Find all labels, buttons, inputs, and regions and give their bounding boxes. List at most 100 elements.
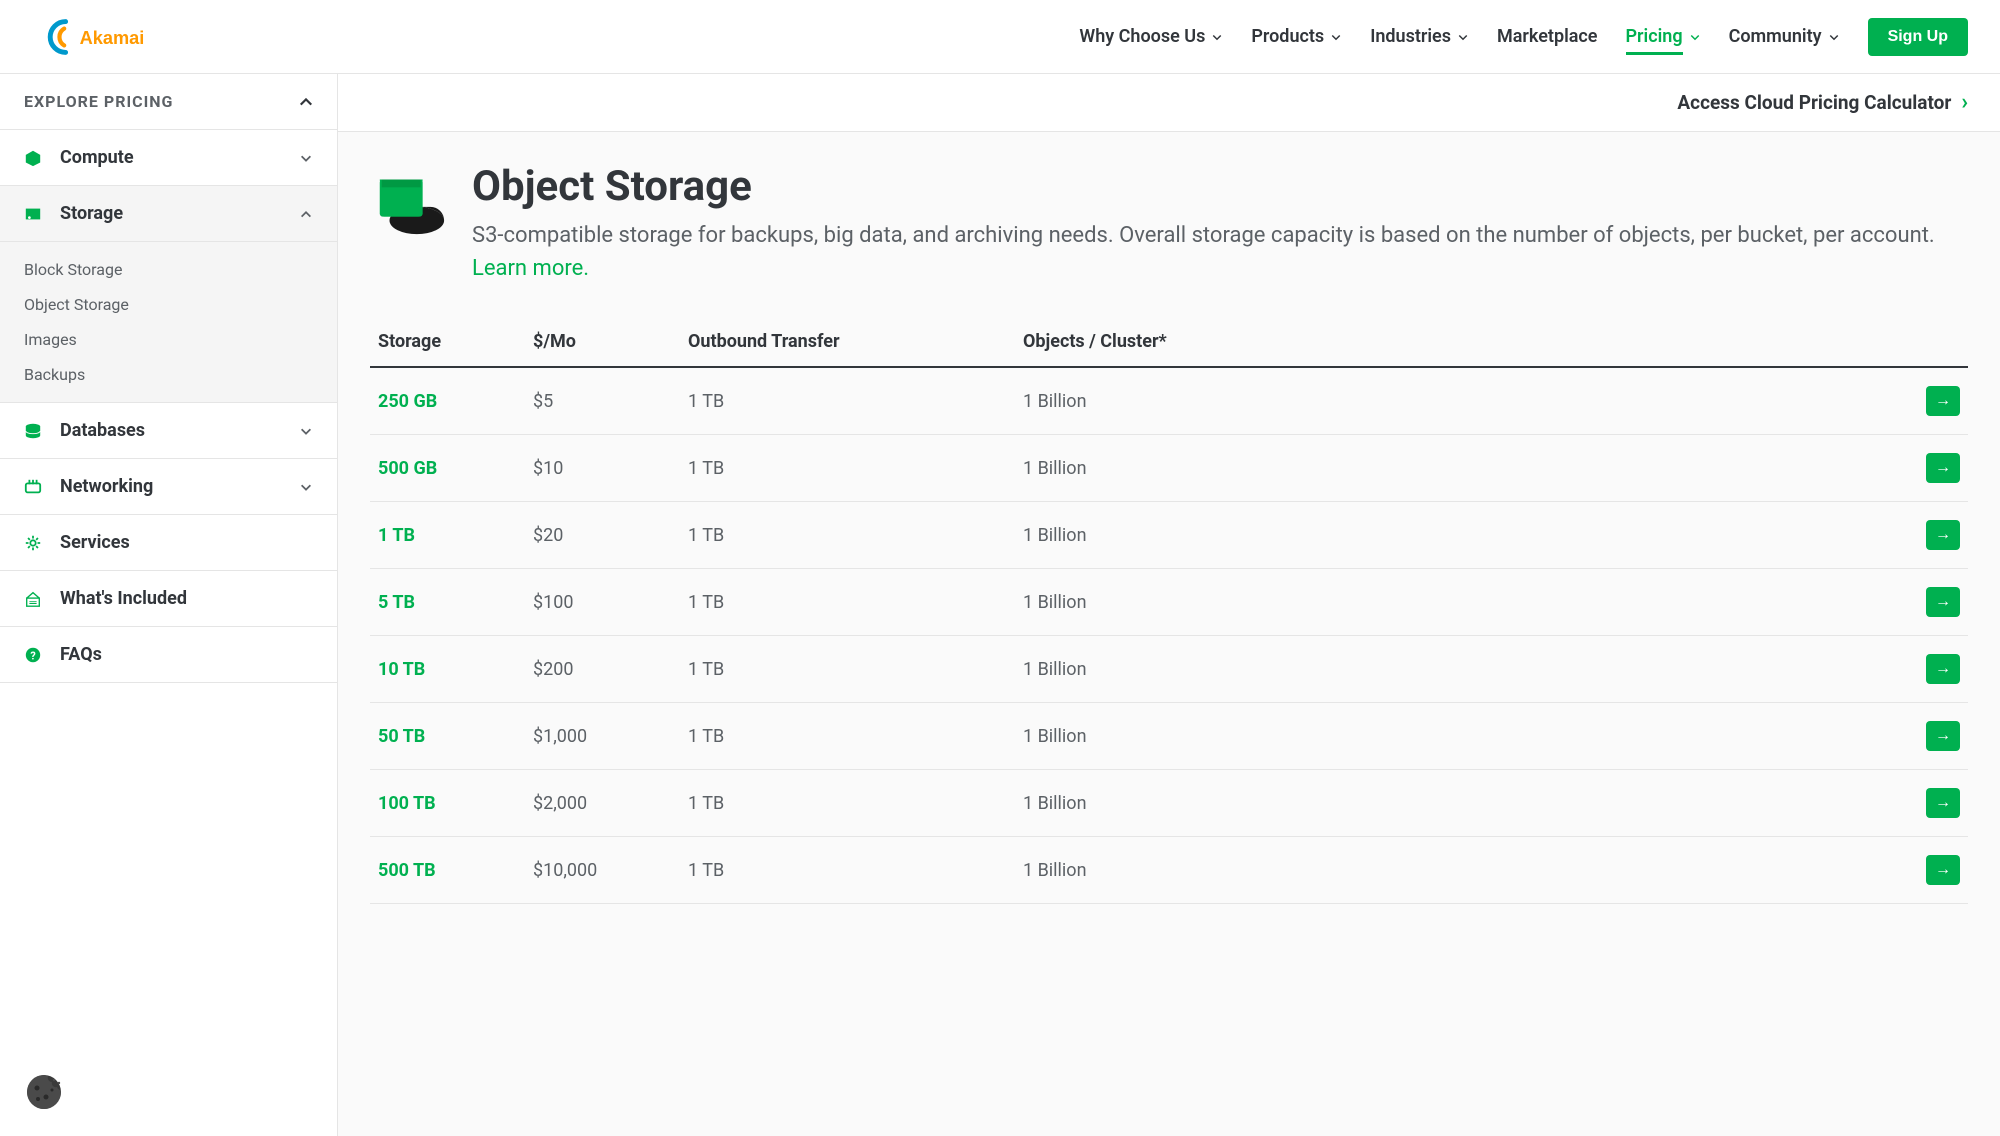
sidebar-subitem-backups[interactable]: Backups [0,357,337,392]
row-action-button[interactable]: → [1926,855,1960,885]
cell-price: $10 [525,435,680,502]
services-icon [24,534,42,552]
cell-storage: 100 TB [370,770,525,837]
cell-transfer: 1 TB [680,367,1015,435]
learn-more-link[interactable]: Learn more. [472,256,589,281]
cell-objects: 1 Billion [1015,435,1908,502]
table-row: 5 TB$1001 TB1 Billion → [370,569,1968,636]
sidebar-item-what-s-included[interactable]: What's Included [0,571,337,627]
main-nav: Why Choose Us Products Industries Marketpla… [1079,2,1968,71]
cell-transfer: 1 TB [680,569,1015,636]
cell-action: → [1908,569,1968,636]
sidebar-item-label: Compute [60,147,134,168]
cell-price: $10,000 [525,837,680,904]
nav-item-industries[interactable]: Industries [1370,2,1469,71]
table-row: 500 GB$101 TB1 Billion→ [370,435,1968,502]
page-header: Object Storage S3-compatible storage for… [370,162,1968,285]
sidebar-subitem-block-storage[interactable]: Block Storage [0,252,337,287]
cell-transfer: 1 TB [680,837,1015,904]
signup-button[interactable]: Sign Up [1868,18,1968,56]
cell-price: $200 [525,636,680,703]
nav-item-why-choose-us[interactable]: Why Choose Us [1079,2,1223,71]
row-action-button[interactable]: → [1926,721,1960,751]
cell-action: → [1908,367,1968,435]
what-s-included-icon [24,590,42,608]
sidebar-item-label: Databases [60,420,145,441]
main-content: Access Cloud Pricing Calculator › Object… [338,74,2000,1136]
sidebar-item-databases[interactable]: Databases [0,403,337,459]
cell-transfer: 1 TB [680,703,1015,770]
sidebar-item-label: Services [60,532,130,553]
cell-price: $100 [525,569,680,636]
chevron-down-icon [1211,31,1223,43]
table-row: 1 TB$201 TB1 Billion→ [370,502,1968,569]
object-storage-icon [370,162,448,240]
cell-action: → [1908,703,1968,770]
cell-action: → [1908,435,1968,502]
row-action-button[interactable]: → [1926,453,1960,483]
cell-objects: 1 Billion [1015,703,1908,770]
cell-action: → [1908,837,1968,904]
table-row: 250 GB$51 TB1 Billion → [370,367,1968,435]
sidebar-item-compute[interactable]: Compute [0,130,337,186]
nav-item-marketplace[interactable]: Marketplace [1497,2,1598,71]
sidebar-item-label: Networking [60,476,153,497]
networking-icon [24,478,42,496]
chevron-down-icon [299,151,313,165]
sidebar-item-networking[interactable]: Networking [0,459,337,515]
table-header-storage: Storage [370,317,525,367]
pricing-calculator-link[interactable]: Access Cloud Pricing Calculator › [1677,90,1968,115]
logo[interactable]: Akamai [32,16,172,58]
pricing-table: Storage $/Mo Outbound Transfer Objects /… [370,317,1968,904]
explore-pricing-toggle[interactable]: EXPLORE PRICING [0,74,337,130]
chevron-down-icon [1330,31,1342,43]
table-header-transfer: Outbound Transfer [680,317,1015,367]
cell-price: $5 [525,367,680,435]
cell-price: $20 [525,502,680,569]
row-action-button[interactable]: → [1926,654,1960,684]
akamai-logo-icon: Akamai [32,16,172,58]
cell-storage: 500 TB [370,837,525,904]
storage-icon [24,205,42,223]
table-row: 100 TB$2,0001 TB1 Billion→ [370,770,1968,837]
nav-label: Pricing [1626,26,1683,47]
chevron-down-icon [299,480,313,494]
cell-storage: 250 GB [370,367,525,435]
sidebar-item-storage[interactable]: Storage [0,186,337,242]
top-bar: Access Cloud Pricing Calculator › [338,74,2000,132]
cookie-settings-icon[interactable] [24,1072,64,1112]
sidebar-subitem-images[interactable]: Images [0,322,337,357]
nav-item-community[interactable]: Community [1729,2,1840,71]
sidebar-item-services[interactable]: Services [0,515,337,571]
row-action-button[interactable]: → [1926,520,1960,550]
chevron-right-icon: › [1961,90,1968,115]
cell-storage: 5 TB [370,569,525,636]
chevron-up-icon [299,207,313,221]
cell-objects: 1 Billion [1015,636,1908,703]
calculator-label: Access Cloud Pricing Calculator [1677,91,1951,114]
chevron-up-icon [299,95,313,109]
cell-objects: 1 Billion [1015,569,1908,636]
page-title: Object Storage [472,162,1968,211]
compute-icon [24,149,42,167]
row-action-button[interactable]: → [1926,386,1960,416]
table-row: 50 TB$1,0001 TB1 Billion→ [370,703,1968,770]
svg-text:Akamai: Akamai [80,28,145,48]
cell-action: → [1908,502,1968,569]
nav-label: Why Choose Us [1079,26,1205,47]
nav-item-products[interactable]: Products [1251,2,1342,71]
cell-price: $2,000 [525,770,680,837]
table-row: 500 TB$10,0001 TB1 Billion→ [370,837,1968,904]
explore-label: EXPLORE PRICING [24,92,173,111]
row-action-button[interactable]: → [1926,788,1960,818]
cell-transfer: 1 TB [680,435,1015,502]
nav-item-pricing[interactable]: Pricing [1626,2,1701,71]
page-description: S3-compatible storage for backups, big d… [472,219,1968,285]
faqs-icon: ? [24,646,42,664]
row-action-button[interactable]: → [1926,587,1960,617]
sidebar-subitem-object-storage[interactable]: Object Storage [0,287,337,322]
sidebar-item-label: What's Included [60,588,187,609]
sidebar-item-faqs[interactable]: ?FAQs [0,627,337,683]
cell-objects: 1 Billion [1015,367,1908,435]
nav-label: Marketplace [1497,26,1598,47]
